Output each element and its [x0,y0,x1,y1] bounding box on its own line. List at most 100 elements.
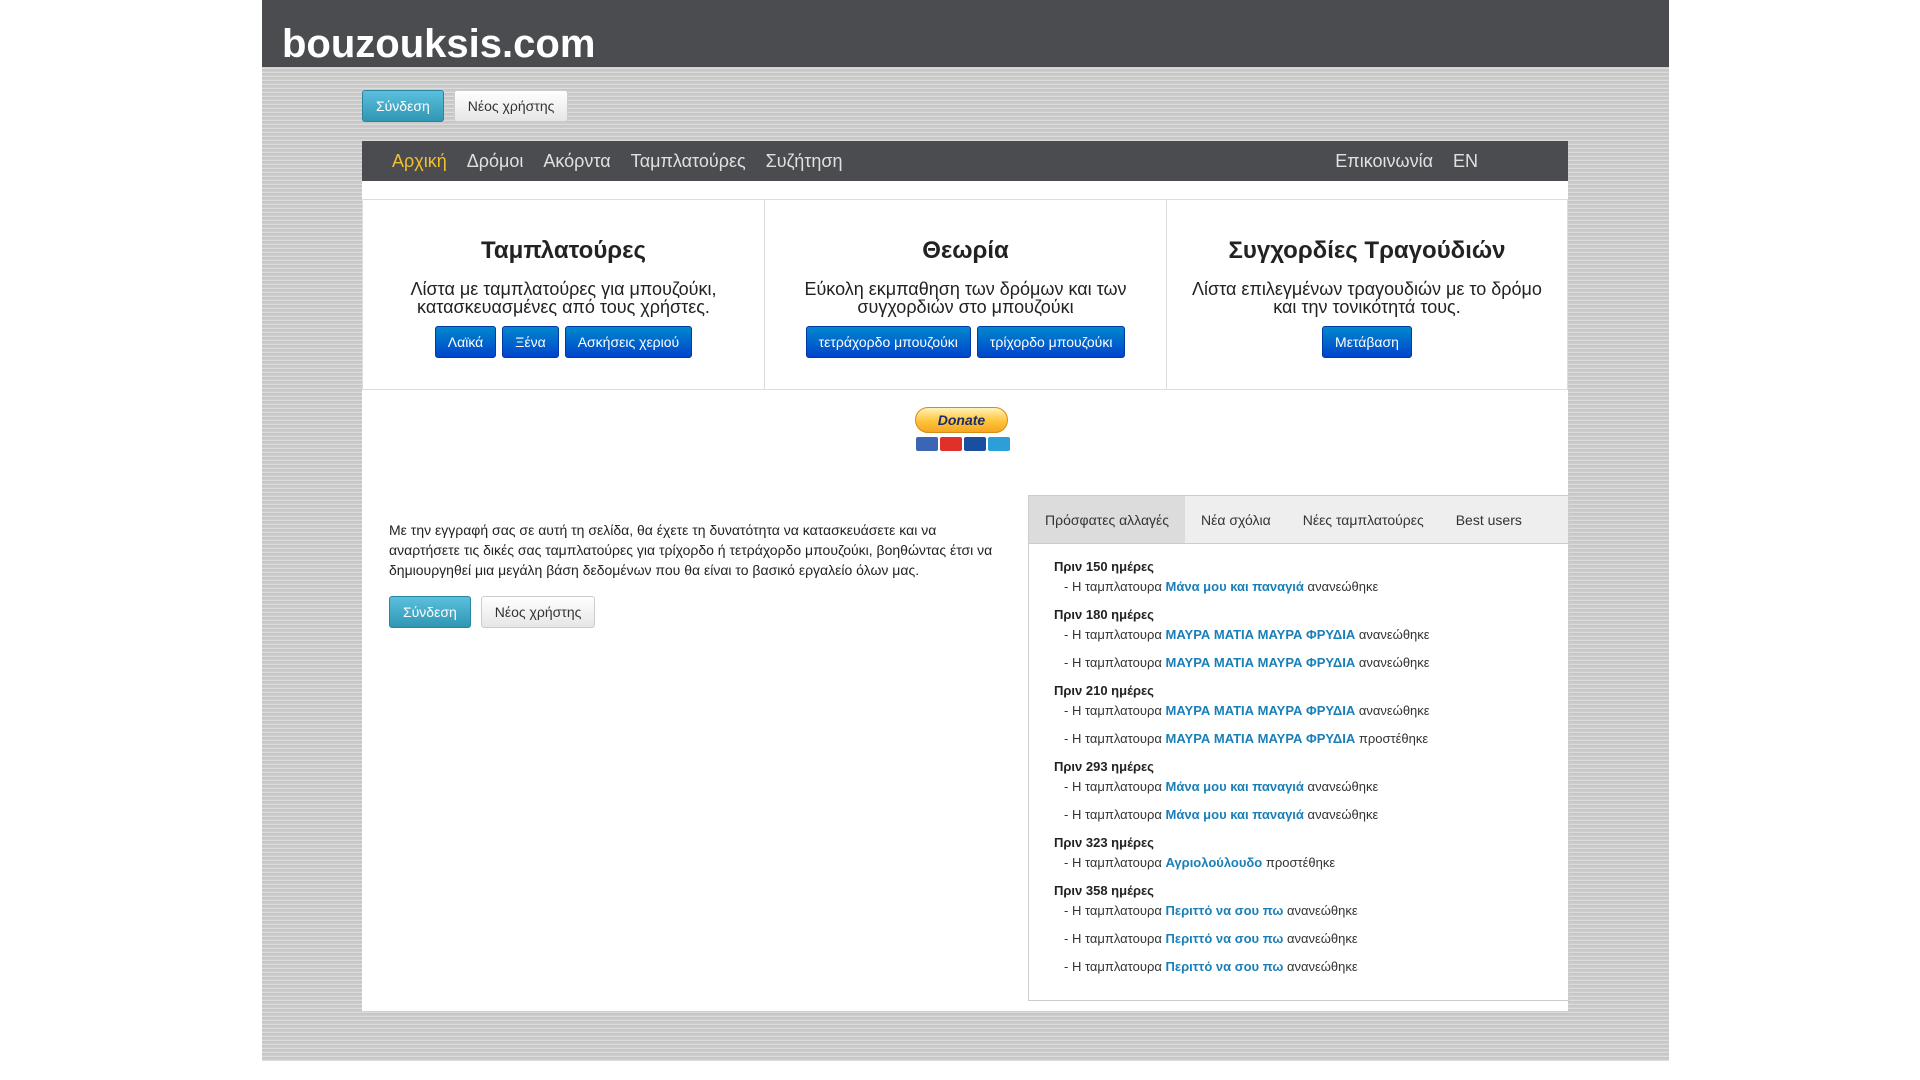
feed-period: Πριν 210 ημέρες [1054,683,1154,698]
entry-prefix: - Η ταμπλατουρα [1064,703,1162,718]
entry-prefix: - Η ταμπλατουρα [1064,579,1162,594]
intro-text: Με την εγγραφή σας σε αυτή τη σελίδα, θα… [389,522,993,578]
register-button[interactable]: Νέος χρήστης [453,90,569,122]
tab-link[interactable]: ΜΑΥΡΑ ΜΑΤΙΑ ΜΑΥΡΑ ΦΡΥΔΙΑ [1166,703,1356,718]
feature-buttons: Λαϊκά Ξένα Ασκήσεις χεριού [363,326,764,358]
entry-action: ανανεώθηκε [1358,627,1430,642]
intro-auth-buttons: Σύνδεση Νέος χρήστης [389,596,596,628]
entry-prefix: - Η ταμπλατουρα [1064,627,1162,642]
visa-card-icon [963,437,986,451]
feed-entry: - Η ταμπλατουρα Περιττό να σου πω ανανεώ… [1054,902,1568,920]
feature-theory: Θεωρία Εύκολη εκμπαθηση των δρόμων και τ… [764,200,1166,389]
payment-cards [915,437,1010,451]
entry-prefix: - Η ταμπλατουρα [1064,731,1162,746]
register-button[interactable]: Νέος χρήστης [480,596,596,628]
activity-panel: Πρόσφατες αλλαγές Νέα σχόλια Νέες ταμπλα… [1028,495,1569,1001]
feed-period: Πριν 180 ημέρες [1054,607,1154,622]
nav-chords[interactable]: Ακόρντα [543,151,610,172]
feed-period: Πριν 293 ημέρες [1054,759,1154,774]
feed-entry: - Η ταμπλατουρα Περιττό να σου πω ανανεώ… [1054,930,1568,948]
entry-action: ανανεώθηκε [1286,959,1358,974]
login-button[interactable]: Σύνδεση [362,90,444,122]
recent-changes-feed: Πριν 150 ημέρες - Η ταμπλατουρα Μάνα μου… [1029,544,1568,976]
feature-tabs: Ταμπλατούρες Λίστα με ταμπλατούρες για μ… [362,200,764,389]
hand-exercises-button[interactable]: Ασκήσεις χεριού [564,326,693,358]
entry-prefix: - Η ταμπλατουρα [1064,779,1162,794]
donate-button[interactable]: Donate [915,407,1008,433]
paypal-donate[interactable]: Donate [915,407,1010,457]
tab-new-comments[interactable]: Νέα σχόλια [1185,496,1287,543]
amex-card-icon [987,437,1010,451]
feed-period: Πριν 150 ημέρες [1054,559,1154,574]
nav-home[interactable]: Αρχική [392,151,447,172]
tab-link[interactable]: ΜΑΥΡΑ ΜΑΤΙΑ ΜΑΥΡΑ ΦΡΥΔΙΑ [1166,655,1356,670]
feed-entry: - Η ταμπλατουρα ΜΑΥΡΑ ΜΑΤΙΑ ΜΑΥΡΑ ΦΡΥΔΙΑ… [1054,730,1568,748]
feed-group: Πριν 358 ημέρες - Η ταμπλατουρα Περιττό … [1054,882,1568,976]
login-button[interactable]: Σύνδεση [389,596,471,628]
tab-link[interactable]: ΜΑΥΡΑ ΜΑΤΙΑ ΜΑΥΡΑ ΦΡΥΔΙΑ [1166,627,1356,642]
feed-group: Πριν 210 ημέρες - Η ταμπλατουρα ΜΑΥΡΑ ΜΑ… [1054,682,1568,748]
nav-language[interactable]: EN [1453,151,1478,172]
feed-group: Πριν 150 ημέρες - Η ταμπλατουρα Μάνα μου… [1054,558,1568,596]
three-string-button[interactable]: τρίχορδο μπουζούκι [976,326,1126,358]
feature-text: Λίστα επιλεγμένων τραγουδιών με το δρόμο… [1192,279,1542,317]
feed-entry: - Η ταμπλατουρα ΜΑΥΡΑ ΜΑΤΙΑ ΜΑΥΡΑ ΦΡΥΔΙΑ… [1054,654,1568,672]
entry-prefix: - Η ταμπλατουρα [1064,855,1162,870]
popular-tabs-button[interactable]: Λαϊκά [434,326,497,358]
entry-action: ανανεώθηκε [1307,779,1379,794]
feed-entry: - Η ταμπλατουρα Αγριολούλουδο προστέθηκε [1054,854,1568,872]
maestro-card-icon [915,437,938,451]
tab-link[interactable]: Αγριολούλουδο [1166,855,1263,870]
four-string-button[interactable]: τετράχορδο μπουζούκι [805,326,971,358]
tab-link[interactable]: Περιττό να σου πω [1166,903,1284,918]
foreign-tabs-button[interactable]: Ξένα [502,326,559,358]
feed-period: Πριν 323 ημέρες [1054,835,1154,850]
entry-action: ανανεώθηκε [1358,703,1430,718]
nav-tabs[interactable]: Ταμπλατούρες [631,151,746,172]
go-button[interactable]: Μετάβαση [1322,326,1412,358]
tab-link[interactable]: Μάνα μου και παναγιά [1166,579,1304,594]
nav-contact[interactable]: Επικοινωνία [1335,151,1433,172]
nav-discussion[interactable]: Συζήτηση [766,151,843,172]
tab-new-tabs[interactable]: Νέες ταμπλατούρες [1287,496,1440,543]
entry-prefix: - Η ταμπλατουρα [1064,807,1162,822]
main-content: Ταμπλατούρες Λίστα με ταμπλατούρες για μ… [362,181,1569,1011]
entry-prefix: - Η ταμπλατουρα [1064,903,1162,918]
entry-action: ανανεώθηκε [1286,903,1358,918]
page-frame: bouzouksis.com Σύνδεση Νέος χρήστης Αρχι… [262,0,1669,1061]
entry-prefix: - Η ταμπλατουρα [1064,931,1162,946]
tab-link[interactable]: Μάνα μου και παναγιά [1166,807,1304,822]
tab-link[interactable]: Μάνα μου και παναγιά [1166,779,1304,794]
feature-buttons: Μετάβαση [1167,326,1567,358]
nav-scales[interactable]: Δρόμοι [467,151,524,172]
nav-right: Επικοινωνία EN [1335,141,1478,181]
header-auth-buttons: Σύνδεση Νέος χρήστης [362,90,569,122]
tab-link[interactable]: ΜΑΥΡΑ ΜΑΤΙΑ ΜΑΥΡΑ ΦΡΥΔΙΑ [1166,731,1356,746]
activity-tabs: Πρόσφατες αλλαγές Νέα σχόλια Νέες ταμπλα… [1029,496,1568,544]
site-header: bouzouksis.com [262,0,1669,67]
feed-entry: - Η ταμπλατουρα ΜΑΥΡΑ ΜΑΤΙΑ ΜΑΥΡΑ ΦΡΥΔΙΑ… [1054,702,1568,720]
entry-action: προστέθηκε [1265,855,1336,870]
tab-best-users[interactable]: Best users [1440,496,1538,543]
feature-text: Εύκολη εκμπαθηση των δρόμων και των συγχ… [804,279,1127,317]
entry-action: ανανεώθηκε [1286,931,1358,946]
feature-title: Συγχορδίες Τραγούδιών [1228,237,1506,264]
feed-entry: - Η ταμπλατουρα Περιττό να σου πω ανανεώ… [1054,958,1568,976]
site-title[interactable]: bouzouksis.com [282,20,595,68]
tab-link[interactable]: Περιττό να σου πω [1166,959,1284,974]
feature-title: Ταμπλατούρες [481,237,646,264]
feed-entry: - Η ταμπλατουρα Μάνα μου και παναγιά ανα… [1054,778,1568,796]
feature-buttons: τετράχορδο μπουζούκι τρίχορδο μπουζούκι [765,326,1166,358]
tab-recent-changes[interactable]: Πρόσφατες αλλαγές [1029,496,1186,543]
feature-text: Λίστα με ταμπλατούρες για μπουζούκι, κατ… [410,279,717,317]
tab-link[interactable]: Περιττό να σου πω [1166,931,1284,946]
feed-entry: - Η ταμπλατουρα ΜΑΥΡΑ ΜΑΤΙΑ ΜΑΥΡΑ ΦΡΥΔΙΑ… [1054,626,1568,644]
feature-panels: Ταμπλατούρες Λίστα με ταμπλατούρες για μ… [362,199,1568,390]
feed-entry: - Η ταμπλατουρα Μάνα μου και παναγιά ανα… [1054,578,1568,596]
entry-action: ανανεώθηκε [1307,807,1379,822]
entry-prefix: - Η ταμπλατουρα [1064,959,1162,974]
feed-group: Πριν 323 ημέρες - Η ταμπλατουρα Αγριολού… [1054,834,1568,872]
entry-prefix: - Η ταμπλατουρα [1064,655,1162,670]
entry-action: ανανεώθηκε [1358,655,1430,670]
mastercard-icon [939,437,962,451]
